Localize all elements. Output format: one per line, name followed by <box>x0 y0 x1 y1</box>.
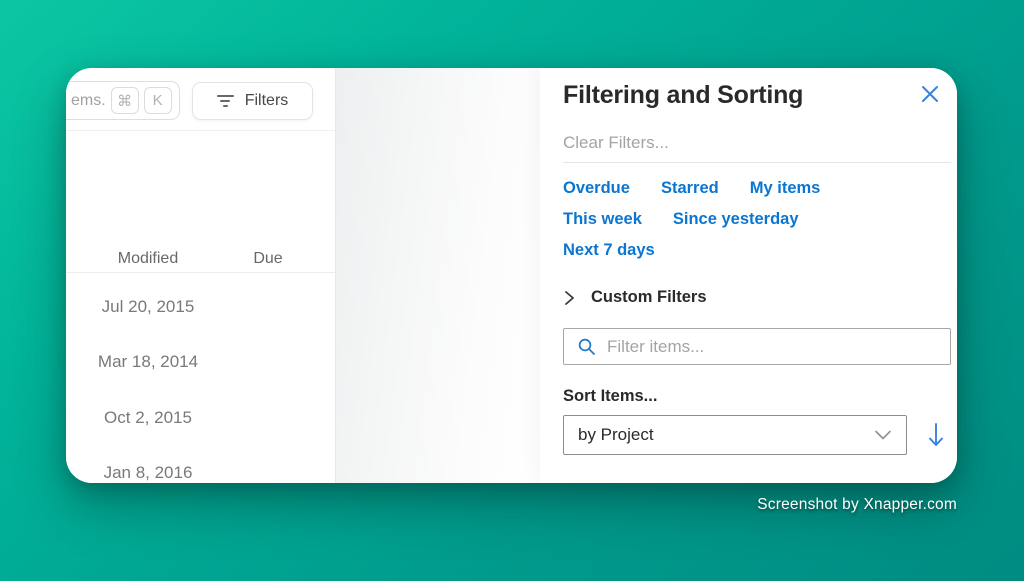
quick-filter-overdue[interactable]: Overdue <box>563 179 630 198</box>
filter-items-field[interactable] <box>563 328 951 365</box>
modified-date: Oct 2, 2015 <box>66 408 230 428</box>
sort-by-value: by Project <box>578 425 654 445</box>
clear-filters-button[interactable]: Clear Filters... <box>563 133 957 153</box>
custom-filters-label: Custom Filters <box>591 288 707 307</box>
quick-filter-this-week[interactable]: This week <box>563 210 642 229</box>
quick-filter-my-items[interactable]: My items <box>750 179 821 198</box>
table-row[interactable]: Oct 2, 2015 <box>66 390 335 446</box>
modified-date: Jan 8, 2016 <box>66 463 230 483</box>
app-window: ems. ⌘ K Filters Modified Due Jul 20, 20… <box>66 68 957 483</box>
quick-filter-next-7-days[interactable]: Next 7 days <box>563 241 655 260</box>
table-row[interactable]: Mar 18, 2014 <box>66 335 335 391</box>
watermark: Screenshot by Xnapper.com <box>757 496 957 514</box>
table-row[interactable]: Jul 20, 2015 <box>66 279 335 335</box>
panel-header: Filtering and Sorting <box>563 80 957 110</box>
filter-items-input[interactable] <box>607 337 950 357</box>
search-input[interactable]: ems. ⌘ K <box>66 81 180 120</box>
table-row[interactable]: Jan 8, 2016 <box>66 446 335 484</box>
sort-by-dropdown[interactable]: by Project <box>563 415 907 455</box>
chevron-down-icon <box>874 429 892 441</box>
column-header-modified[interactable]: Modified <box>66 250 230 268</box>
modified-date: Mar 18, 2014 <box>66 352 230 372</box>
content-pane <box>336 68 540 483</box>
quick-filter-row: Overdue Starred My items <box>563 179 957 198</box>
cmd-keycap: ⌘ <box>111 87 139 114</box>
divider <box>563 162 951 163</box>
arrow-down-icon <box>928 422 944 448</box>
list-toolbar: ems. ⌘ K Filters <box>66 68 335 131</box>
custom-filters-expander[interactable]: Custom Filters <box>563 288 957 307</box>
close-icon <box>921 85 939 103</box>
quick-filter-starred[interactable]: Starred <box>661 179 719 198</box>
sort-direction-button[interactable] <box>928 422 944 448</box>
sort-items-label: Sort Items... <box>563 387 957 406</box>
panel-title: Filtering and Sorting <box>563 80 803 110</box>
table-rows: Jul 20, 2015 Mar 18, 2014 Oct 2, 2015 Ja… <box>66 273 335 483</box>
quick-filter-since-yesterday[interactable]: Since yesterday <box>673 210 799 229</box>
search-placeholder: ems. <box>71 92 106 110</box>
filtering-sorting-panel: Filtering and Sorting Clear Filters... O… <box>540 68 957 483</box>
filters-button-label: Filters <box>245 92 289 110</box>
filters-button[interactable]: Filters <box>192 82 313 120</box>
chevron-right-icon <box>563 290 576 306</box>
filter-lines-icon <box>217 95 234 107</box>
quick-filter-row: Next 7 days <box>563 241 957 260</box>
modified-date: Jul 20, 2015 <box>66 297 230 317</box>
close-button[interactable] <box>920 85 940 105</box>
list-pane: ems. ⌘ K Filters Modified Due Jul 20, 20… <box>66 68 336 483</box>
k-keycap: K <box>144 87 172 114</box>
quick-filters: Overdue Starred My items This week Since… <box>563 179 957 260</box>
table-header: Modified Due <box>66 245 335 273</box>
sort-row: by Project <box>563 415 957 455</box>
quick-filter-row: This week Since yesterday <box>563 210 957 229</box>
search-icon <box>577 337 596 356</box>
column-header-due[interactable]: Due <box>230 250 306 268</box>
